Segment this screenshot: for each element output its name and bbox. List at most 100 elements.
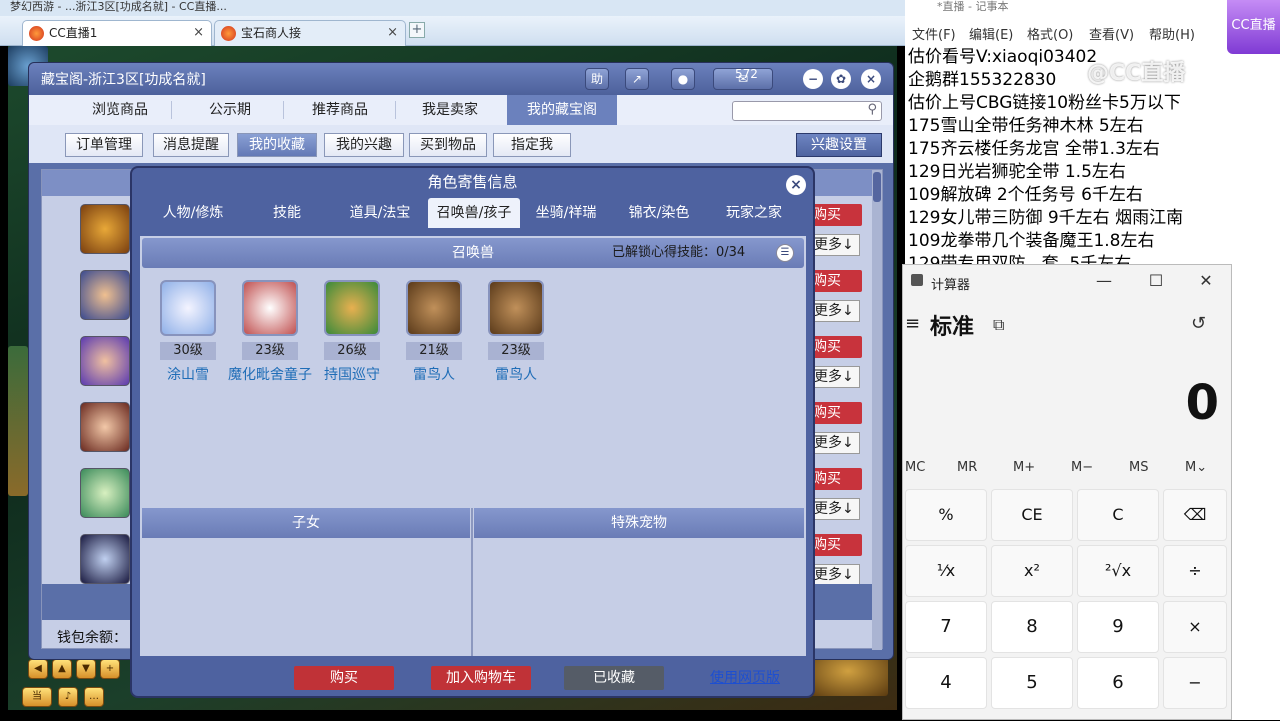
memory-list-button[interactable]: M⌄ [1185,460,1207,475]
sqrt-button[interactable]: ²√x [1077,545,1159,597]
mic-icon[interactable]: ♪ [58,687,78,707]
add-to-cart-button[interactable]: 加入购物车 [431,666,531,690]
digit-5-button[interactable]: 5 [991,657,1073,709]
list-scrollbar[interactable] [872,170,882,650]
menu-edit[interactable]: 编辑(E) [969,24,1013,43]
history-icon[interactable]: ↺ [1191,313,1206,334]
m-minus-button[interactable]: M− [1071,460,1093,475]
buy-button[interactable]: 购买 [810,336,862,358]
hamburger-menu-icon[interactable]: ≡ [905,313,920,334]
more-button[interactable]: 更多↓ [810,432,860,454]
close-icon[interactable]: ✕ [1191,271,1221,290]
tab-skills[interactable]: 技能 [250,198,324,228]
tab-public[interactable]: 公示期 [175,95,285,125]
clear-entry-button[interactable]: CE [991,489,1073,541]
digit-9-button[interactable]: 9 [1077,601,1159,653]
keep-on-top-icon[interactable]: ⧉ [993,315,1004,335]
avatar[interactable] [80,534,130,584]
ms-button[interactable]: MS [1129,460,1148,475]
pet-leiniaoren-icon[interactable] [406,280,462,336]
tab-gem-merchant[interactable]: 宝石商人接 × [214,20,406,46]
tab-recommend[interactable]: 推荐商品 [285,95,395,125]
settings-gear-icon[interactable]: ✿ [831,69,851,89]
saved-button[interactable]: 已收藏 [564,666,664,690]
divide-button[interactable]: ÷ [1163,545,1227,597]
search-icon[interactable]: ⚲ [867,102,877,117]
buy-button[interactable]: 购买 [810,534,862,556]
close-icon[interactable]: × [786,175,806,195]
pet-tushanxue-icon[interactable] [160,280,216,336]
more-button[interactable]: 更多↓ [810,300,860,322]
pet-mohua-icon[interactable] [242,280,298,336]
tab-cc-live[interactable]: CC直播1 × [22,20,212,46]
square-button[interactable]: x² [991,545,1073,597]
buy-button[interactable]: 购买 [810,204,862,226]
backspace-icon[interactable]: ⌫ [1163,489,1227,541]
maximize-icon[interactable]: ☐ [1141,271,1171,290]
digit-7-button[interactable]: 7 [905,601,987,653]
tab-seller[interactable]: 我是卖家 [395,95,505,125]
new-tab-button[interactable]: + [409,22,425,38]
interest-settings-button[interactable]: 兴趣设置 [796,133,882,157]
menu-file[interactable]: 文件(F) [912,24,956,43]
buy-button[interactable]: 购买 [294,666,394,690]
digit-4-button[interactable]: 4 [905,657,987,709]
chat-icon[interactable]: … [84,687,104,707]
tab-mounts[interactable]: 坐骑/祥瑞 [524,198,608,228]
tab-items[interactable]: 道具/法宝 [336,198,424,228]
minimize-icon[interactable]: — [1089,271,1119,290]
digit-6-button[interactable]: 6 [1077,657,1159,709]
multiply-button[interactable]: × [1163,601,1227,653]
tab-pets[interactable]: 召唤兽/孩子 [428,198,520,228]
tab-browse[interactable]: 浏览商品 [65,95,175,125]
close-tab-icon[interactable]: × [193,21,204,45]
avatar[interactable] [80,468,130,518]
list-icon[interactable]: ☰ [776,244,794,262]
tab-outfits[interactable]: 锦衣/染色 [614,198,704,228]
mc-button[interactable]: MC [905,460,925,475]
message-reminder-button[interactable]: 消息提醒 [153,133,229,157]
more-button[interactable]: 更多↓ [810,234,860,256]
bought-items-button[interactable]: 买到物品 [409,133,487,157]
pet-leiniaoren-icon[interactable] [488,280,544,336]
mr-button[interactable]: MR [957,460,977,475]
my-interests-button[interactable]: 我的兴趣 [324,133,404,157]
avatar[interactable] [80,402,130,452]
menu-view[interactable]: 查看(V) [1089,24,1134,43]
avatar[interactable] [80,204,130,254]
web-version-link[interactable]: 使用网页版 [710,666,780,690]
pet-name[interactable]: 雷鸟人 [460,364,572,384]
buy-button[interactable]: 购买 [810,270,862,292]
clear-button[interactable]: C [1077,489,1159,541]
menu-help[interactable]: 帮助(H) [1149,24,1195,43]
reciprocal-button[interactable]: ¹⁄x [905,545,987,597]
tab-character[interactable]: 人物/修炼 [148,198,238,228]
buy-button[interactable]: 购买 [810,402,862,424]
more-button[interactable]: 更多↓ [810,564,860,586]
arrow-up-icon[interactable]: ▲ [52,659,72,679]
plus-icon[interactable]: + [100,659,120,679]
share-icon[interactable]: ↗ [625,68,649,90]
tab-home[interactable]: 玩家之家 [712,198,796,228]
close-tab-icon[interactable]: × [387,21,398,45]
scroll-thumb[interactable] [873,172,881,202]
avatar[interactable] [80,270,130,320]
arrow-down-icon[interactable]: ▼ [76,659,96,679]
close-icon[interactable]: × [861,69,881,89]
avatar[interactable] [80,336,130,386]
more-button[interactable]: 更多↓ [810,498,860,520]
percent-button[interactable]: % [905,489,987,541]
my-favorites-button[interactable]: 我的收藏 [237,133,317,157]
channel-current-icon[interactable]: 当 [22,687,52,707]
m-plus-button[interactable]: M+ [1013,460,1035,475]
buy-button[interactable]: 购买 [810,468,862,490]
search-input[interactable]: ⚲ [732,101,882,121]
tab-my-cbg[interactable]: 我的藏宝阁 [507,95,617,125]
more-button[interactable]: 更多↓ [810,366,860,388]
minimize-icon[interactable]: − [803,69,823,89]
order-manage-button[interactable]: 订单管理 [65,133,143,157]
menu-format[interactable]: 格式(O) [1027,24,1073,43]
assigned-me-button[interactable]: 指定我 [493,133,571,157]
help-button[interactable]: 助 [585,68,609,90]
arrow-left-icon[interactable]: ◀ [28,659,48,679]
